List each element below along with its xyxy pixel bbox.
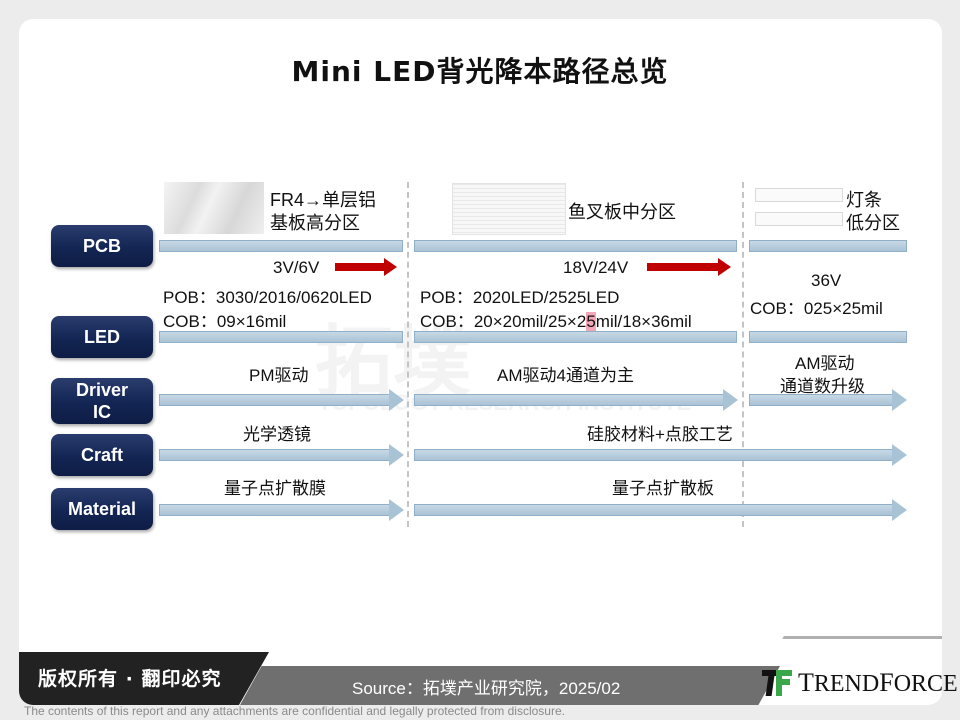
material-phase1-arrow <box>159 499 404 521</box>
material-phase2-label: 量子点扩散板 <box>612 479 714 498</box>
craft-phase2-label: 硅胶材料+点胶工艺 <box>587 425 733 444</box>
pcb-phase1-line2: 基板高分区 <box>270 213 360 233</box>
driver-phase2-label: AM驱动4通道为主 <box>497 366 634 385</box>
logo-letter-t: T <box>798 668 814 697</box>
led-phase2-pob: POB：2020LED/2525LED <box>420 288 620 307</box>
driver-phase1-arrow <box>159 389 404 411</box>
pcb-phase3-line2: 低分区 <box>846 213 900 233</box>
category-led: LED <box>51 316 153 358</box>
logo-letters-orce: ORCE <box>893 671 958 697</box>
pcb-phase1-bar <box>159 240 403 252</box>
led-phase1-red-arrow <box>335 258 397 276</box>
craft-phase2-arrow <box>414 444 907 466</box>
trendforce-logo: TRENDFORCE <box>762 668 958 698</box>
led-phase1-voltage: 3V/6V <box>273 258 320 277</box>
source-citation: Source：拓墣产业研究院，2025/02 <box>352 679 621 698</box>
led-phase2-voltage: 18V/24V <box>563 258 629 277</box>
led-phase3-voltage: 36V <box>811 271 842 290</box>
led-phase3-bar <box>749 331 907 343</box>
led-phase1-pob: POB：3030/2016/0620LED <box>163 288 372 307</box>
category-driver-ic: Driver IC <box>51 378 153 424</box>
category-craft: Craft <box>51 434 153 476</box>
logo-letter-f: F <box>879 668 894 697</box>
phase-divider-1 <box>407 182 409 527</box>
led-phase1-bar <box>159 331 403 343</box>
pcb-phase3-bar <box>749 240 907 252</box>
category-material: Material <box>51 488 153 530</box>
driver-phase3-line1: AM驱动 <box>795 354 855 373</box>
craft-phase1-label: 光学透镜 <box>243 425 311 444</box>
pcb-phase2-bar <box>414 240 737 252</box>
material-phase1-label: 量子点扩散膜 <box>224 479 326 498</box>
logo-slant-decoration <box>770 636 942 666</box>
driver-phase1-label: PM驱动 <box>249 366 309 385</box>
pcb-phase2-label: 鱼叉板中分区 <box>568 202 676 222</box>
led-phase2-cob-text-a: COB：20×20mil/25×2 <box>420 312 587 331</box>
led-phase2-cob: COB：20×20mil/25×25mil/18×36mil <box>420 307 692 332</box>
led-phase2-cob-text-b: mil/18×36mil <box>595 312 692 331</box>
copyright-notice: 版权所有 · 翻印必究 <box>38 668 222 690</box>
led-phase1-cob: COB：09×16mil <box>163 312 287 331</box>
pcb-fishbone-board-image <box>452 183 566 235</box>
driver-phase2-arrow <box>414 389 738 411</box>
phase-divider-2 <box>742 182 744 527</box>
category-pcb: PCB <box>51 225 153 267</box>
category-driver-ic-label: Driver IC <box>75 380 129 422</box>
led-phase3-cob: COB：025×25mil <box>750 299 883 318</box>
pcb-light-bar-image-1 <box>755 188 843 202</box>
driver-phase3-arrow <box>749 389 907 411</box>
material-phase2-arrow <box>414 499 907 521</box>
led-phase2-bar <box>414 331 737 343</box>
craft-phase1-arrow <box>159 444 404 466</box>
pcb-aluminum-substrate-image <box>164 182 264 234</box>
trendforce-logo-mark-icon <box>762 670 792 696</box>
led-phase2-cob-highlight: 5 <box>586 312 596 331</box>
page-title: Mini LED背光降本路径总览 <box>291 55 669 88</box>
trendforce-logo-text: TRENDFORCE <box>798 668 958 698</box>
pcb-light-bar-image-2 <box>755 212 843 226</box>
logo-letters-rend: REND <box>813 671 880 697</box>
confidentiality-disclaimer: The contents of this report and any atta… <box>24 704 565 718</box>
led-phase2-red-arrow <box>647 258 731 276</box>
